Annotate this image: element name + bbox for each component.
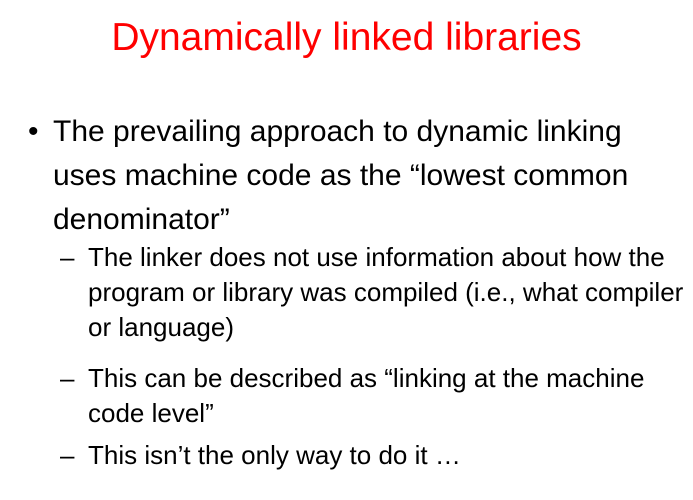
sub-bullet-marker: – xyxy=(60,242,75,272)
sub-bullet-marker: – xyxy=(60,363,75,393)
slide: Dynamically linked libraries • The preva… xyxy=(0,0,693,500)
bullet-marker: • xyxy=(28,115,39,148)
slide-title: Dynamically linked libraries xyxy=(111,16,582,59)
sub-bullet-text: This can be described as “linking at the… xyxy=(88,363,645,428)
sub-bullet-marker: – xyxy=(60,440,75,470)
bullet-text: The prevailing approach to dynamic linki… xyxy=(53,115,629,236)
sub-bullet-text: This isn’t the only way to do it … xyxy=(88,440,461,470)
sub-bullet-text: The linker does not use information abou… xyxy=(88,242,684,342)
